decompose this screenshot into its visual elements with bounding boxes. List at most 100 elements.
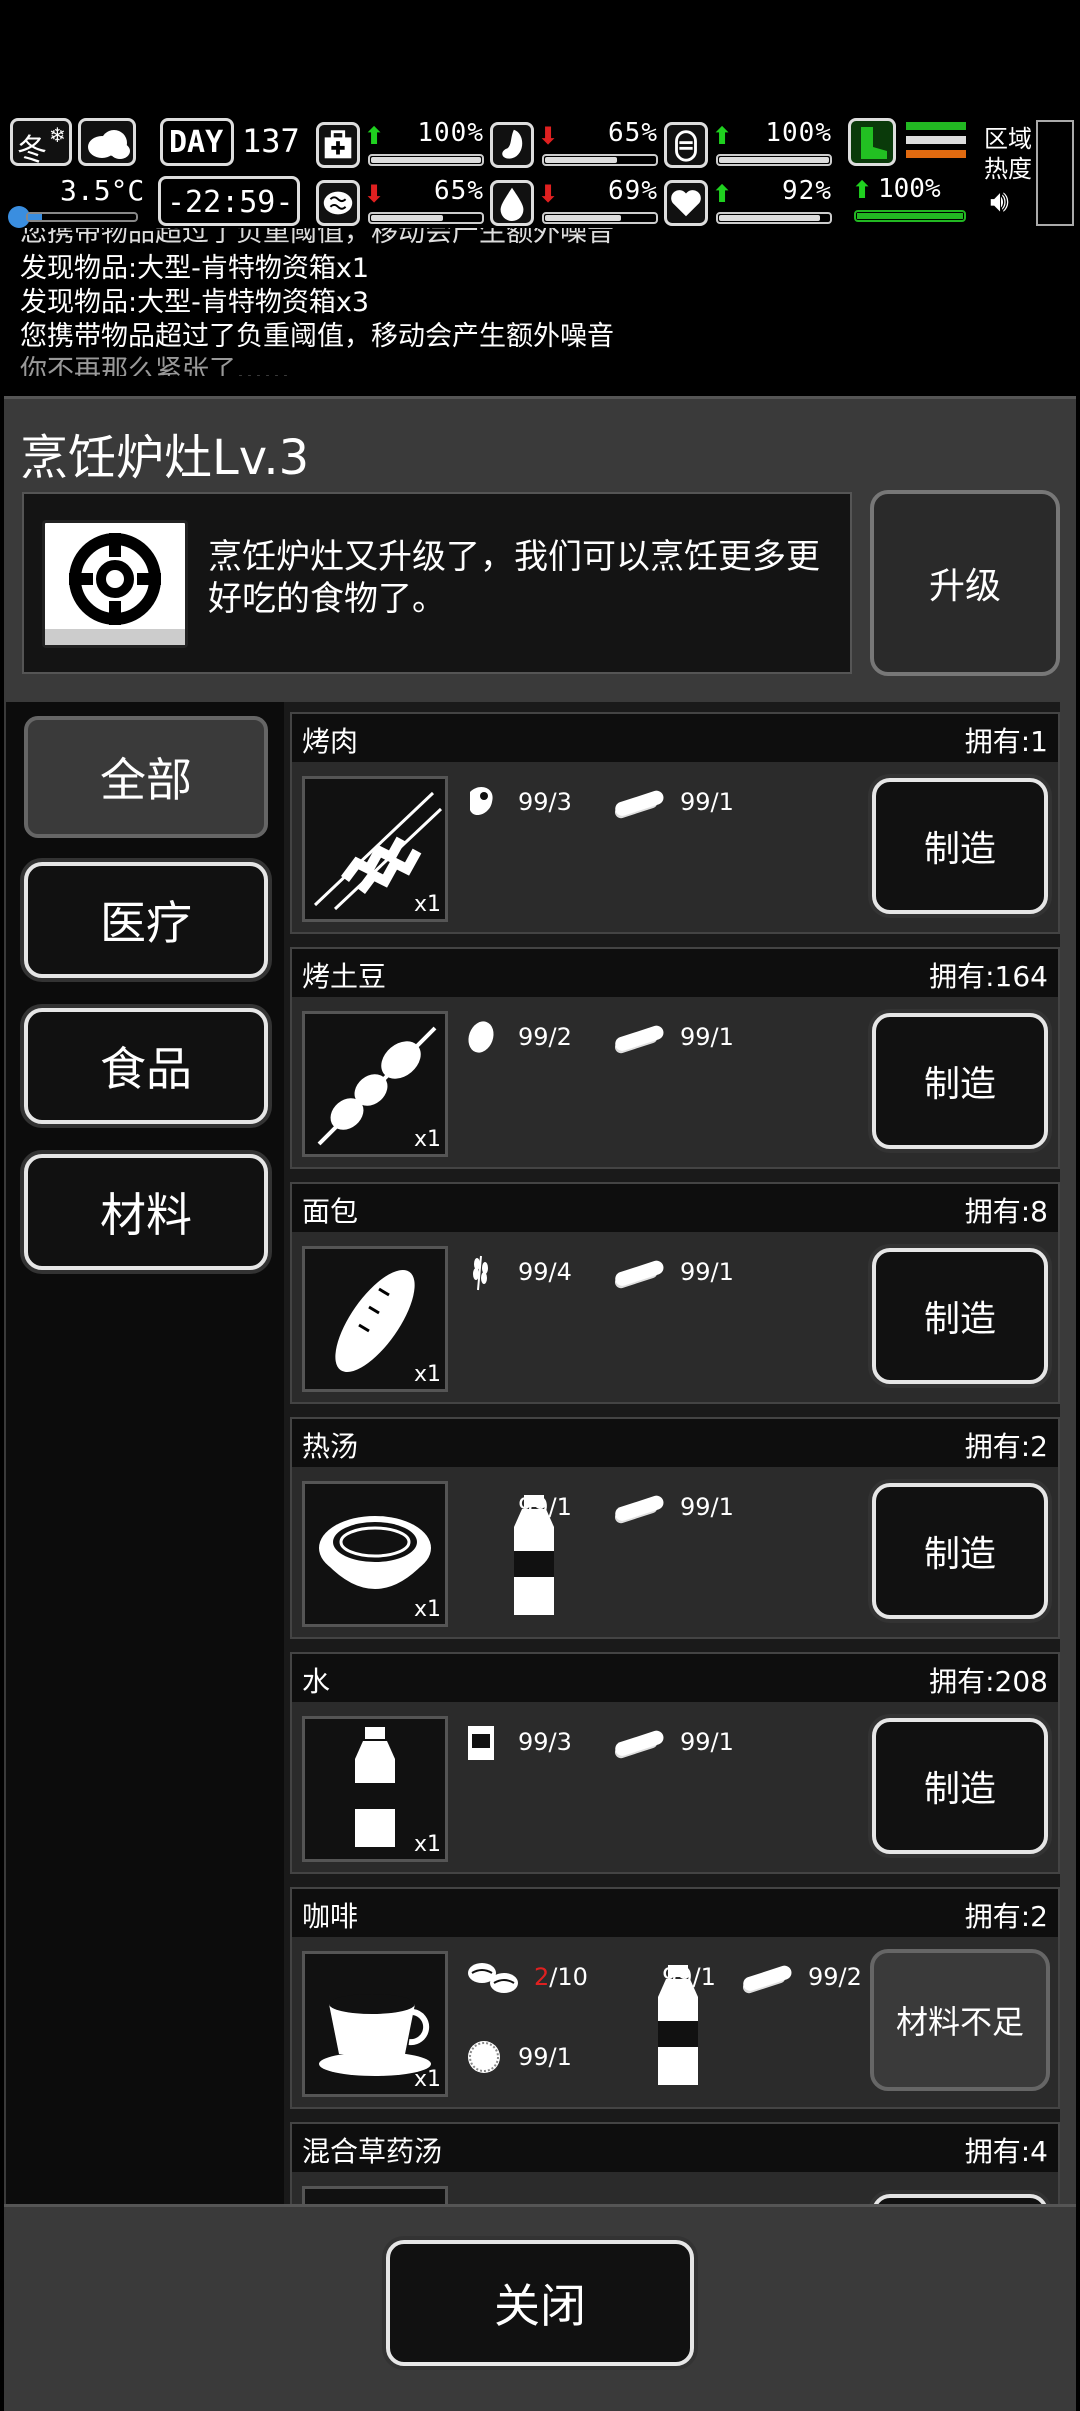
vital-bar [368, 212, 484, 224]
boot-value: 100% [878, 174, 941, 204]
water-can-icon [464, 1722, 498, 1762]
trend-up-icon: ⬆ [712, 180, 733, 208]
trend-down-icon: ⬇ [538, 122, 559, 150]
ingredient-have: 99 [518, 1258, 549, 1286]
upgrade-button[interactable]: 升级 [870, 490, 1060, 676]
zone-heat-label: 区域 热度 [984, 125, 1032, 183]
trend-up-icon: ⬆ [364, 122, 385, 150]
coffee-cup-icon: x1 [302, 1951, 448, 2097]
ingredient-have: 2 [534, 1963, 550, 1991]
recipe-card-header: 面包 拥有:8 [292, 1184, 1058, 1232]
craft-button-label: 材料不足 [895, 2003, 1024, 2041]
wheat-icon [464, 1252, 498, 1292]
recipe-name: 烤肉 [302, 725, 359, 758]
trend-up-icon: ⬆ [712, 122, 733, 150]
vital-stat: ⬇ 65% [490, 118, 658, 174]
heart-icon [664, 180, 708, 226]
station-title: 烹饪炉灶Lv.3 [20, 430, 310, 486]
recipe-name: 咖啡 [302, 1900, 359, 1933]
ingredient-need: /10 [549, 1963, 588, 1991]
recipe-owned-count: 拥有:2 [964, 1900, 1048, 1933]
ingredient: 99/1 [608, 1957, 758, 2085]
zone-heat-meter [1036, 120, 1074, 226]
water-bottle-icon: x1 [302, 1716, 448, 1862]
stamina-icon [664, 122, 708, 168]
ingredient-have: 99 [662, 1963, 693, 1991]
recipe-list[interactable]: 烤肉 拥有:1 x1 99/3 99/1 制造 烤土豆 拥有:164 x1 99/2 99/1 制造面… [284, 702, 1060, 2204]
category-tab[interactable]: 全部 [24, 716, 268, 838]
water-bottle-icon [608, 1957, 698, 2085]
ingredient-need: /1 [710, 1728, 734, 1756]
category-tab-label: 食品 [100, 1042, 192, 1096]
recipe-card: 咖啡 拥有:2 x1 2/10 99/1 99/2 99/1 材料不足 [290, 1887, 1060, 2109]
vital-stat: ⬆ 100% [664, 118, 832, 174]
recipe-card-header: 咖啡 拥有:2 [292, 1889, 1058, 1937]
skewer-potato-icon: x1 [302, 1011, 448, 1157]
upgrade-button-label: 升级 [928, 566, 1001, 607]
recipe-card: 热汤 拥有:2 x1 99/1 99/1 制造 [290, 1417, 1060, 1639]
boot-trend-up-icon: ⬆ [852, 176, 873, 204]
close-button[interactable]: 关闭 [386, 2240, 694, 2366]
season-label: 冬 [17, 133, 47, 168]
recipe-name: 烤土豆 [302, 960, 387, 993]
craft-button[interactable]: 制造 [872, 1718, 1048, 1854]
vital-bar [542, 212, 658, 224]
firewood-icon [610, 1017, 670, 1057]
log-line: 发现物品:大型-肯特物资箱x1 [20, 253, 369, 284]
vital-bar [716, 212, 832, 224]
vital-stat: ⬇ 69% [490, 176, 658, 232]
ingredient: 99/3 [464, 782, 614, 822]
recipe-card: 水拥有:208 x1 99/3 99/1 制造 [290, 1652, 1060, 1874]
craft-button[interactable] [872, 2194, 1048, 2204]
recipe-name: 面包 [302, 1195, 359, 1228]
yield-quantity: x1 [413, 1362, 441, 1387]
craft-button[interactable]: 制造 [872, 778, 1048, 914]
boot-bar [854, 210, 966, 222]
ingredient-need: /1 [548, 2043, 572, 2071]
boot-icon-box [848, 118, 896, 166]
recipe-card: 烤肉 拥有:1 x1 99/3 99/1 制造 [290, 712, 1060, 934]
status-hud: 冬 ❄ 3.5°C DAY 137 -22:59- ⬆ 100% ⬇ 65% ⬆ 100%… [0, 110, 1080, 238]
category-tab[interactable]: 医疗 [24, 862, 268, 978]
cloud-weather-icon [78, 118, 136, 166]
craft-button[interactable]: 制造 [872, 1483, 1048, 1619]
craft-button-label: 制造 [923, 1534, 996, 1575]
recipe-card-header: 烤肉 拥有:1 [292, 714, 1058, 762]
ingredient: 99/1 [610, 1487, 760, 1527]
yield-quantity: x1 [413, 1597, 441, 1622]
station-description: 烹饪炉灶又升级了，我们可以烹饪更多更好吃的食物了。 [208, 537, 820, 619]
ingredient-need: /1 [710, 788, 734, 816]
ingredient: 99/4 [464, 1252, 614, 1292]
vital-bar [542, 154, 658, 166]
temperature-gauge [8, 206, 138, 228]
raw-meat-icon [464, 782, 498, 822]
trend-down-icon: ⬇ [538, 180, 559, 208]
log-line: 您携带物品超过了负重阈值，移动会产生额外噪音 [20, 321, 614, 352]
category-tab[interactable]: 材料 [24, 1154, 268, 1270]
category-tab[interactable]: 食品 [24, 1008, 268, 1124]
recipe-name: 混合草药汤 [302, 2135, 443, 2168]
herb-soup-icon [302, 2186, 448, 2204]
trend-down-icon: ⬇ [364, 180, 385, 208]
heat-level-bars [906, 122, 966, 166]
log-line: 你不再那么紧张了…… [20, 355, 290, 376]
recipe-card-header: 混合草药汤 拥有:4 [292, 2124, 1058, 2172]
speaker-icon[interactable]: 🔊︎ [990, 184, 1009, 219]
craft-button[interactable]: 制造 [872, 1013, 1048, 1149]
ingredient-have: 99 [518, 788, 549, 816]
craft-button[interactable]: 材料不足 [870, 1949, 1050, 2091]
ingredient-need: /1 [710, 1493, 734, 1521]
stove-burner-icon [42, 520, 188, 648]
ingredient: 99/2 [464, 1017, 614, 1057]
vital-value: 100% [765, 118, 832, 148]
vital-bar [368, 154, 484, 166]
filter-icon [464, 2037, 500, 2077]
water-bottle-icon [464, 1487, 554, 1615]
yield-quantity: x1 [413, 1127, 441, 1152]
potato-icon [464, 1017, 498, 1057]
recipe-card: 混合草药汤 拥有:4 [290, 2122, 1060, 2204]
craft-button[interactable]: 制造 [872, 1248, 1048, 1384]
craft-button-label: 制造 [923, 829, 996, 870]
recipe-card-header: 烤土豆 拥有:164 [292, 949, 1058, 997]
log-line: 发现物品:大型-肯特物资箱x3 [20, 287, 369, 318]
